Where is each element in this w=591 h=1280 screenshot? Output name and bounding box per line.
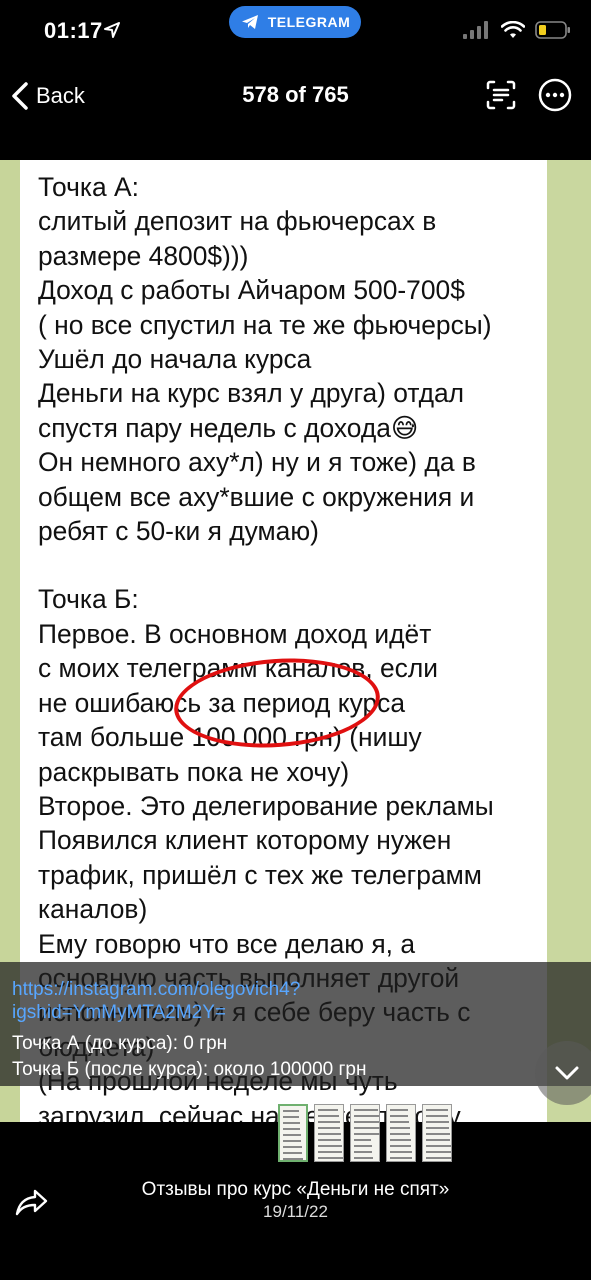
album-title: Отзывы про курс «Деньги не спят» [141,1179,450,1200]
caption-line-point-a: Точка А (до курса): 0 грн [12,1033,228,1054]
message-line: Первое. В основном доход идёт [38,618,432,649]
chevron-down-icon [555,1066,579,1080]
battery-low-icon [535,21,570,39]
message-line: трафик, пришёл с тех же телеграмм [38,859,482,890]
message-line: Точка А: [38,172,139,202]
status-time: 01:17 [44,18,103,43]
thumbnail[interactable] [386,1104,416,1165]
message-line: Деньги на курс взял у друга) отдал [38,378,465,409]
navigation-bar: Back 578 of 765 [0,60,591,150]
bottom-bar: Отзывы про курс «Деньги не спят» 19/11/2… [0,1162,591,1280]
message-line: каналов) [38,894,148,925]
message-line: слитый депозит на фьючерсах в [38,206,437,237]
message-line: Доход с работы Айчаром 500-700$ [38,275,465,306]
return-to-telegram-pill[interactable]: TELEGRAM [229,6,361,38]
message-line: Появился клиент которому нужен [38,825,452,856]
thumbnail[interactable] [314,1104,344,1165]
caption-instagram-link[interactable]: https://instagram.com/olegovich4?igshid=… [12,978,432,1024]
message-line: спустя пару недель с дохода😅 [38,412,419,443]
location-arrow-icon [104,22,120,38]
scan-text-icon[interactable] [482,76,520,114]
thumbnail-strip [278,1104,453,1166]
photo-caption: https://instagram.com/olegovich4?igshid=… [0,962,591,1086]
message-line: ребят с 50-ки я думаю) [38,516,319,547]
wifi-icon [501,21,525,38]
message-line: ( но все спустил на те же фьючерсы) [38,309,492,340]
message-line: Ему говорю что все делаю я, а [38,928,416,959]
message-date: 19/11/22 [263,1202,328,1221]
cellular-signal-icon [463,21,488,39]
scroll-down-button[interactable] [535,1041,591,1105]
thumbnail[interactable] [422,1104,453,1165]
message-line: Второе. Это делегирование рекламы [38,790,494,821]
status-bar: 01:17 TELEGRAM [0,0,591,60]
more-options-icon[interactable] [536,76,574,114]
thumbnail[interactable] [278,1104,308,1166]
telegram-icon [241,15,258,29]
message-line: Он немного аху*л) ну и я тоже) да в [38,447,476,478]
pill-label: TELEGRAM [267,14,351,30]
thumbnail[interactable] [350,1104,381,1165]
message-line: Ушёл до начала курса [38,344,312,375]
message-line: Точка Б: [38,584,139,615]
message-line: раскрывать пока не хочу) [38,756,350,787]
message-line: общем все аху*вшие с окружения и [38,481,475,512]
message-line: размере 4800$))) [38,240,249,271]
caption-line-point-b: Точка Б (после курса): около 100000 грн [12,1059,367,1080]
